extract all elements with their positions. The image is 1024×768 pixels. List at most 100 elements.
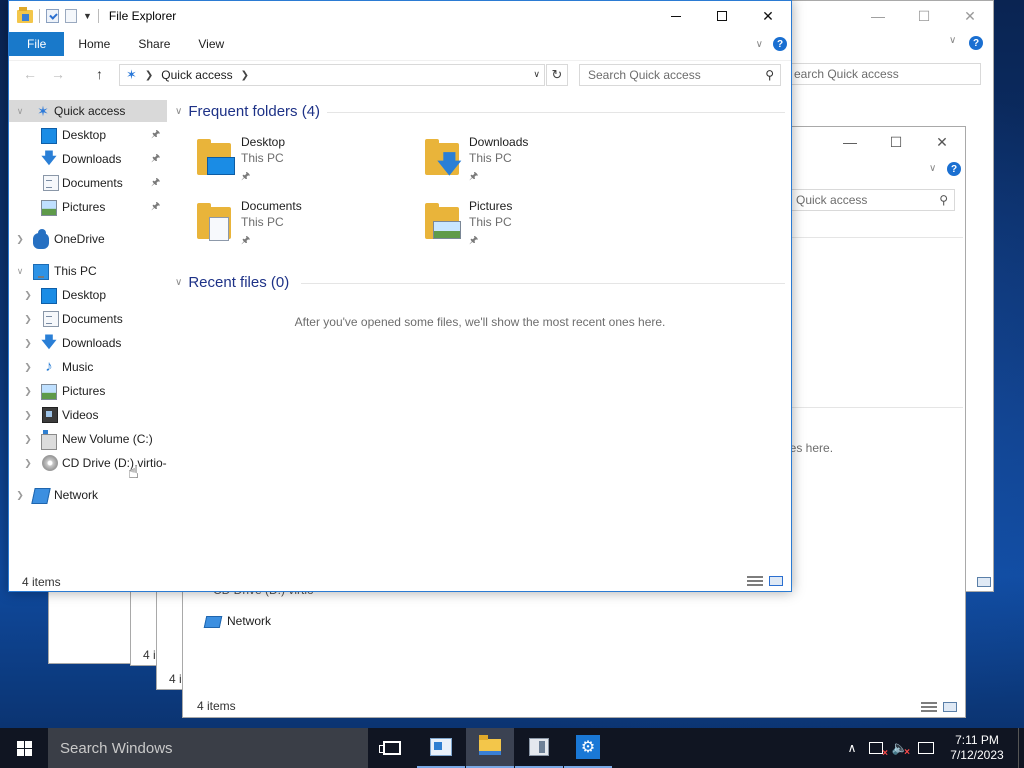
new-folder-icon[interactable] [65, 9, 77, 23]
nav-item-pc-pictures[interactable]: ❯ Pictures [9, 380, 167, 402]
chevron-down-icon[interactable]: ∨ [929, 163, 936, 174]
help-icon[interactable]: ? [773, 37, 787, 51]
nav-item-onedrive[interactable]: ❯ OneDrive [9, 228, 167, 250]
pin-icon[interactable]: 🖈 [151, 175, 160, 192]
folder-tile-documents[interactable]: Documents This PC 🖈 [195, 199, 415, 255]
help-icon[interactable]: ? [969, 36, 983, 50]
back-button[interactable]: ← [23, 66, 37, 82]
taskbar-search[interactable]: Search Windows [48, 728, 368, 768]
expand-chevron-icon[interactable]: ❯ [23, 410, 33, 421]
close-button[interactable]: ✕ [745, 1, 791, 31]
pin-icon[interactable]: 🖈 [151, 199, 160, 216]
taskbar-app-file-explorer[interactable] [466, 728, 514, 768]
network-disconnected-icon[interactable] [869, 742, 888, 759]
tiles-view-icon[interactable] [977, 577, 991, 587]
nav-item-new-volume-c[interactable]: ❯ New Volume (C:) [9, 428, 167, 450]
title-bar[interactable]: ▼ File Explorer ✕ [9, 1, 791, 31]
collapse-chevron-icon[interactable]: ∨ [175, 106, 182, 117]
search-input[interactable] [588, 68, 748, 82]
address-dropdown-icon[interactable]: ∨ [533, 69, 540, 80]
pin-icon[interactable]: 🖈 [151, 127, 160, 144]
search-input[interactable]: n Quick access ⚲ [783, 189, 955, 211]
minimize-button[interactable] [653, 1, 699, 31]
search-box[interactable]: ⚲ [579, 64, 781, 86]
customize-dropdown-icon[interactable]: ▼ [83, 11, 92, 21]
folder-tile-downloads[interactable]: 🡇 Downloads This PC 🖈 [423, 135, 643, 191]
nav-item-pc-documents[interactable]: ❯ Documents [9, 308, 167, 330]
maximize-button[interactable]: ☐ [873, 127, 919, 157]
nav-item-downloads[interactable]: 🡇 Downloads 🖈 [9, 148, 167, 170]
maximize-button[interactable] [699, 1, 745, 31]
details-view-icon[interactable] [921, 702, 937, 712]
nav-item-network[interactable]: ❯ Network [9, 484, 167, 506]
tiles-view-icon[interactable] [769, 576, 783, 586]
expand-chevron-icon[interactable]: ❯ [23, 338, 33, 349]
taskbar-app-settings[interactable]: ⚙ [564, 728, 612, 768]
group-header-recent[interactable]: ∨ Recent files (0) [175, 274, 289, 291]
tiles-view-icon[interactable] [943, 702, 957, 712]
tab-view[interactable]: View [184, 32, 238, 56]
taskbar-app-window[interactable] [515, 728, 563, 768]
nav-item-cd-drive-d[interactable]: ❯ CD Drive (D:) virtio- [9, 452, 167, 474]
show-desktop-button[interactable] [1018, 728, 1024, 768]
nav-item-this-pc[interactable]: ∨ This PC [9, 260, 167, 282]
nav-item-pc-music[interactable]: ❯ ♪ Music [9, 356, 167, 378]
start-button[interactable] [0, 728, 48, 768]
breadcrumb-quick-access[interactable]: Quick access [161, 68, 232, 82]
expand-chevron-icon[interactable]: ❯ [15, 490, 25, 501]
address-bar[interactable]: ✶ ❯ Quick access ❯ ∨ [119, 64, 545, 86]
tab-file[interactable]: File [9, 32, 65, 56]
divider [39, 9, 40, 23]
search-input[interactable]: earch Quick access [787, 63, 981, 85]
tab-share[interactable]: Share [124, 32, 184, 56]
close-button[interactable]: ✕ [947, 1, 993, 31]
nav-item-desktop[interactable]: Desktop 🖈 [9, 124, 167, 146]
refresh-button[interactable]: ↻ [546, 64, 568, 86]
folder-tile-pictures[interactable]: Pictures This PC 🖈 [423, 199, 643, 255]
clock[interactable]: 7:11 PM 7/12/2023 [940, 733, 1014, 763]
pin-icon: 🖈 [241, 235, 251, 246]
expand-ribbon-icon[interactable]: ∨ [756, 39, 763, 50]
expand-chevron-icon[interactable]: ❯ [15, 234, 25, 245]
nav-item-pc-downloads[interactable]: ❯ 🡇 Downloads [9, 332, 167, 354]
collapse-chevron-icon[interactable]: ∨ [175, 277, 182, 288]
breadcrumb-chevron-icon[interactable]: ❯ [241, 70, 249, 81]
file-explorer-window[interactable]: ▼ File Explorer ✕ File Home Share View ∨… [8, 0, 792, 592]
folder-tile-desktop[interactable]: Desktop This PC 🖈 [195, 135, 415, 191]
minimize-button[interactable]: — [827, 127, 873, 157]
nav-item-network[interactable]: Network [203, 614, 271, 628]
nav-item-quick-access[interactable]: ∨ ✶ Quick access [9, 100, 167, 122]
chevron-up-icon[interactable]: ∧ [840, 741, 864, 755]
task-view-button[interactable] [368, 728, 416, 768]
taskbar-app-control-panel[interactable] [417, 728, 465, 768]
expand-chevron-icon[interactable]: ❯ [23, 362, 33, 373]
tab-home[interactable]: Home [64, 32, 124, 56]
group-header-frequent[interactable]: ∨ Frequent folders (4) [175, 103, 320, 120]
expand-chevron-icon[interactable]: ❯ [23, 434, 33, 445]
volume-muted-icon[interactable]: 🔈 [888, 740, 912, 758]
folder-icon [195, 139, 235, 177]
details-view-icon[interactable] [747, 576, 763, 586]
expand-chevron-icon[interactable]: ❯ [23, 386, 33, 397]
nav-item-pc-videos[interactable]: ❯ Videos [9, 404, 167, 426]
collapse-chevron-icon[interactable]: ∨ [15, 266, 25, 277]
notifications-icon[interactable] [918, 742, 934, 754]
address-row: ← → ↑ ✶ ❯ Quick access ❯ ∨ ↻ ⚲ [9, 60, 791, 88]
nav-item-pictures[interactable]: Pictures 🖈 [9, 196, 167, 218]
minimize-button[interactable]: — [855, 1, 901, 31]
expand-chevron-icon[interactable]: ❯ [23, 314, 33, 325]
maximize-button[interactable]: ☐ [901, 1, 947, 31]
nav-item-documents[interactable]: Documents 🖈 [9, 172, 167, 194]
chevron-down-icon[interactable]: ∨ [949, 35, 956, 46]
expand-chevron-icon[interactable]: ❯ [23, 290, 33, 301]
nav-item-pc-desktop[interactable]: ❯ Desktop [9, 284, 167, 306]
pin-icon[interactable]: 🖈 [151, 151, 160, 168]
collapse-chevron-icon[interactable]: ∨ [15, 106, 25, 117]
forward-button[interactable]: → [51, 66, 65, 82]
help-icon[interactable]: ? [947, 162, 961, 176]
close-button[interactable]: ✕ [919, 127, 965, 157]
breadcrumb-chevron-icon[interactable]: ❯ [145, 70, 153, 81]
properties-icon[interactable] [46, 9, 59, 23]
up-button[interactable]: ↑ [96, 66, 103, 82]
expand-chevron-icon[interactable]: ❯ [23, 458, 33, 469]
